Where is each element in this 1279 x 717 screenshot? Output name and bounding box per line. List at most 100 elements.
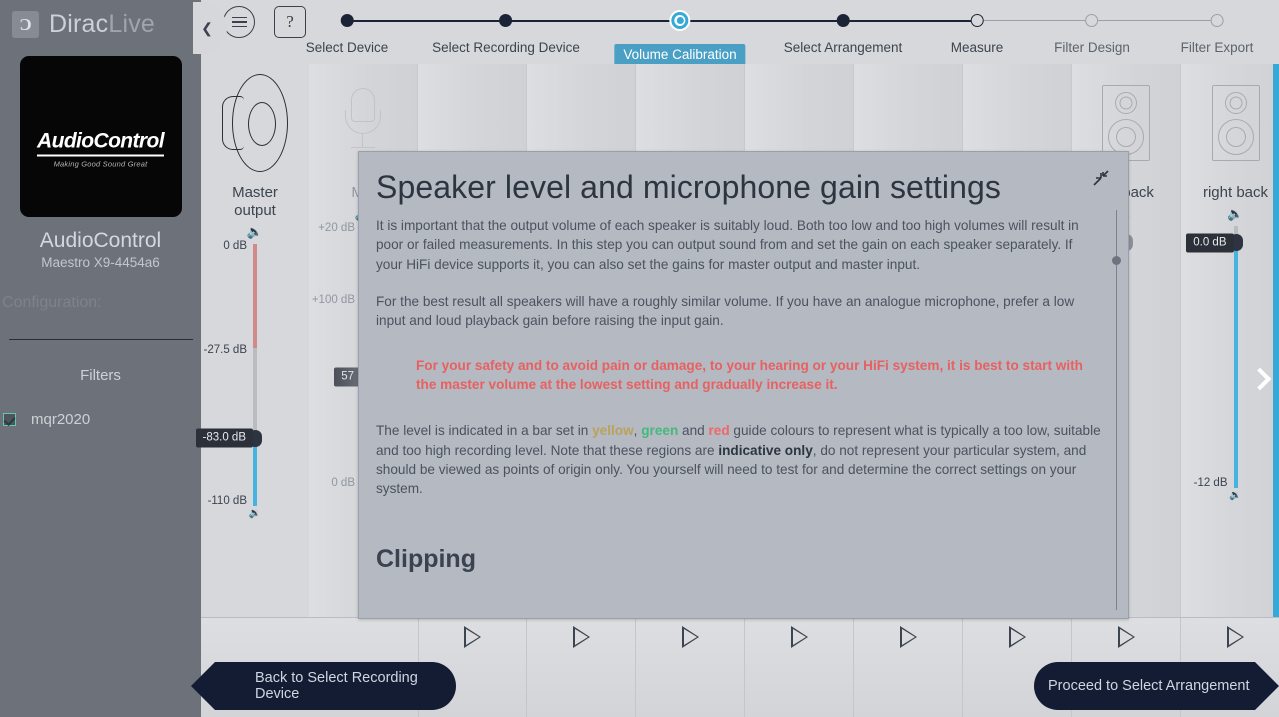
- channel-right-back: right back 🔈 0.0 dB -12 dB 🔉: [1181, 64, 1279, 617]
- dialog-level-paragraph: The level is indicated in a bar set in y…: [376, 421, 1102, 498]
- dialog-safety-warning: For your safety and to avoid pain or dam…: [416, 358, 1083, 393]
- step-label: Filter Design: [1054, 40, 1130, 55]
- slider-value-tooltip: -83.0 dB: [195, 428, 253, 448]
- volume-low-icon: 🔉: [248, 508, 262, 519]
- back-button-label: Back to Select Recording Device: [255, 670, 418, 702]
- slider-tick: +20 dB: [318, 222, 355, 234]
- play-button[interactable]: [636, 618, 745, 717]
- level-text-1: The level is indicated in a bar set in: [376, 423, 593, 439]
- channel-name: Master output: [232, 184, 278, 219]
- brand-name: Dirac: [49, 9, 109, 38]
- next-page-arrow[interactable]: [1245, 346, 1279, 412]
- dialog-section-clipping: Clipping: [376, 544, 476, 573]
- dialog-body: It is important that the output volume o…: [359, 216, 1128, 499]
- slider-red-zone: [253, 244, 257, 348]
- filters-label: Filters: [80, 367, 121, 384]
- slider-tick: 0 dB: [223, 240, 247, 252]
- play-triangle-icon: [1117, 626, 1135, 648]
- play-button[interactable]: [745, 618, 854, 717]
- step-dot: [836, 14, 850, 27]
- level-text-3: and: [678, 423, 709, 439]
- slider-tick: -27.5 dB: [203, 344, 247, 356]
- master-output-slider[interactable]: 0 dB -27.5 dB -110 dB -83.0 dB: [195, 240, 309, 507]
- audiocontrol-logo-text: AudioControl: [37, 130, 165, 157]
- word-green: green: [641, 423, 679, 439]
- word-indicative-only: indicative only: [718, 442, 813, 458]
- divider: [8, 339, 193, 340]
- step-filter-export[interactable]: Filter Export: [1180, 0, 1254, 55]
- modal-scrollbar[interactable]: [1112, 204, 1121, 610]
- proceed-button-label: Proceed to Select Arrangement: [1048, 678, 1250, 694]
- step-label: Select Recording Device: [432, 40, 580, 55]
- word-yellow: yellow: [592, 423, 634, 439]
- step-select-device[interactable]: Select Device: [305, 0, 389, 55]
- play-triangle-icon: [572, 626, 590, 648]
- slider-tick: +100 dB: [311, 294, 355, 306]
- speaker-box-icon: [1181, 64, 1279, 182]
- filter-list-item[interactable]: mqr2020: [2, 411, 201, 428]
- step-dot: [340, 14, 354, 27]
- slider-track[interactable]: [253, 244, 257, 506]
- play-triangle-icon: [1008, 626, 1026, 648]
- configuration-label: Configuration:: [2, 294, 102, 311]
- device-model: Maestro X9-4454a6: [41, 255, 160, 270]
- step-dot: [499, 14, 513, 27]
- step-label: Filter Export: [1180, 40, 1254, 55]
- step-dot: [1210, 14, 1224, 27]
- play-button[interactable]: [527, 618, 636, 717]
- step-volume-calibration[interactable]: Volume Calibration: [614, 0, 746, 66]
- play-triangle-icon: [464, 626, 481, 648]
- step-select-arrangement[interactable]: Select Arrangement: [783, 0, 903, 55]
- channel-master-output: Master output 🔈 0 dB -27.5 dB -110 dB -8…: [195, 64, 309, 617]
- proceed-button[interactable]: Proceed to Select Arrangement: [1034, 662, 1279, 710]
- sidebar: Ɔ DiracLive AudioControl Making Good Sou…: [0, 0, 201, 717]
- play-button[interactable]: [854, 618, 963, 717]
- app-root: Ɔ DiracLive AudioControl Making Good Sou…: [0, 0, 1279, 717]
- play-triangle-icon: [790, 626, 808, 648]
- step-measure[interactable]: Measure: [951, 0, 1003, 55]
- chevron-right-icon: [1248, 367, 1271, 391]
- dialog-title: Speaker level and microphone gain settin…: [376, 169, 1002, 205]
- dialog-paragraph-2: For the best result all speakers will ha…: [376, 293, 1075, 329]
- scrollbar-track: [1116, 210, 1118, 610]
- accent-edge: [1273, 64, 1279, 617]
- speaker-cone-icon: [201, 64, 309, 182]
- brand: Ɔ DiracLive: [0, 0, 201, 40]
- scrollbar-thumb[interactable]: [1112, 256, 1121, 265]
- filter-name: mqr2020: [31, 411, 91, 428]
- chevron-left-icon: ❮: [201, 19, 213, 36]
- play-triangle-icon: [899, 626, 917, 648]
- step-label: Select Device: [305, 40, 389, 55]
- device-image: AudioControl Making Good Sound Great: [19, 56, 182, 217]
- back-button[interactable]: Back to Select Recording Device: [191, 662, 456, 710]
- play-triangle-icon: [1227, 626, 1244, 648]
- step-label: Select Arrangement: [783, 40, 903, 55]
- dirac-logo-icon: Ɔ: [12, 10, 39, 38]
- step-select-recording-device[interactable]: Select Recording Device: [432, 0, 580, 55]
- audiocontrol-logo: AudioControl Making Good Sound Great: [20, 130, 182, 169]
- step-dot: [1085, 14, 1099, 27]
- volume-high-icon: 🔈: [246, 224, 264, 239]
- brand-title: DiracLive: [49, 10, 155, 39]
- slider-tick: -110 dB: [207, 495, 247, 507]
- slider-fill: [253, 440, 257, 506]
- brand-name-light: Live: [108, 9, 156, 38]
- info-dialog: Speaker level and microphone gain settin…: [358, 151, 1129, 619]
- slider-fill: [1233, 241, 1238, 488]
- step-filter-design[interactable]: Filter Design: [1054, 0, 1130, 55]
- step-label: Volume Calibration: [614, 44, 746, 66]
- filter-checkbox[interactable]: [3, 413, 16, 426]
- slider-tick: 0 dB: [331, 477, 355, 489]
- collapse-diagonal-icon[interactable]: [1091, 168, 1111, 188]
- audiocontrol-tagline: Making Good Sound Great: [53, 159, 148, 169]
- volume-low-icon: 🔉: [1229, 490, 1242, 501]
- volume-high-icon: 🔈: [1227, 206, 1244, 221]
- channel-name: right back: [1202, 184, 1269, 201]
- slider-value-tooltip: 0.0 dB: [1186, 233, 1234, 253]
- collapse-arrows-svg: [1093, 170, 1109, 186]
- slider-track[interactable]: [1233, 226, 1238, 488]
- play-triangle-icon: [681, 626, 699, 648]
- word-red: red: [708, 423, 730, 439]
- progress-stepper: Select Device Select Recording Device Vo…: [201, 0, 1279, 66]
- device-name: AudioControl: [39, 229, 162, 252]
